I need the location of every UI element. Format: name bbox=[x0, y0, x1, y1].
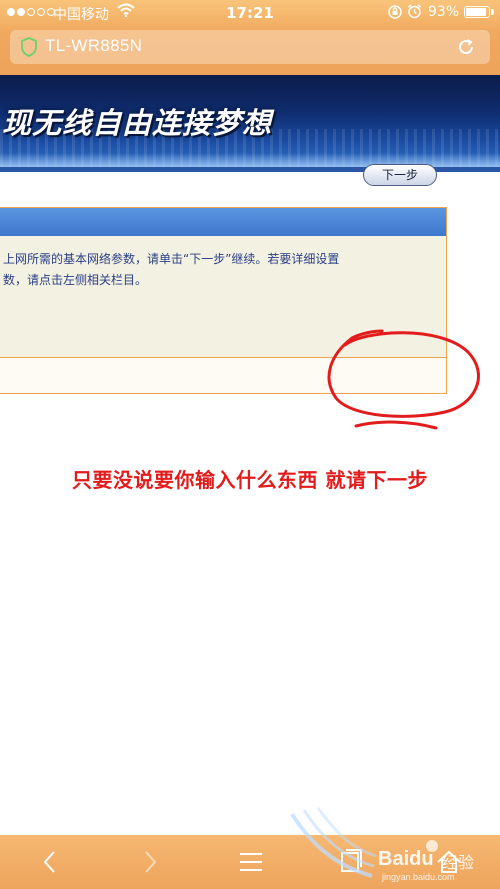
menu-icon[interactable] bbox=[236, 847, 266, 877]
browser-top-bar: 中国移动 17:21 93% TL-WR885N bbox=[0, 0, 500, 75]
panel-footer bbox=[0, 358, 446, 393]
panel-header bbox=[0, 208, 446, 236]
reload-icon[interactable] bbox=[457, 38, 475, 56]
tabs-icon[interactable] bbox=[336, 847, 366, 877]
home-icon[interactable] bbox=[434, 847, 464, 877]
annotation-note: 只要没说要你输入什么东西 就请下一步 bbox=[72, 468, 428, 492]
forward-icon[interactable] bbox=[134, 847, 164, 877]
next-step-button[interactable]: 下一步 bbox=[363, 164, 437, 186]
battery-tip bbox=[491, 9, 494, 15]
shield-icon bbox=[21, 37, 37, 57]
address-bar[interactable]: TL-WR885N bbox=[10, 30, 490, 64]
battery-percent: 93% bbox=[428, 4, 460, 20]
clock: 17:21 bbox=[226, 4, 274, 22]
rotation-lock-icon bbox=[388, 5, 402, 19]
alarm-icon bbox=[408, 4, 421, 19]
page-title[interactable]: TL-WR885N bbox=[45, 36, 142, 56]
browser-bottom-toolbar bbox=[0, 835, 500, 889]
instruction-line-2: 数，请点击左侧相关栏目。 bbox=[3, 273, 148, 287]
setup-wizard-panel: 上网所需的基本网络参数，请单击“下一步”继续。若要详细设置 数，请点击左侧相关栏… bbox=[0, 207, 447, 394]
annotation-underline bbox=[354, 420, 438, 430]
router-banner: 现无线自由连接梦想 bbox=[0, 75, 500, 167]
instruction-line-1: 上网所需的基本网络参数，请单击“下一步”继续。若要详细设置 bbox=[3, 252, 340, 266]
panel-body: 上网所需的基本网络参数，请单击“下一步”继续。若要详细设置 数，请点击左侧相关栏… bbox=[0, 236, 446, 357]
banner-slogan: 现无线自由连接梦想 bbox=[2, 106, 273, 140]
battery-icon bbox=[464, 6, 490, 18]
status-bar: 中国移动 17:21 93% bbox=[0, 0, 500, 26]
back-icon[interactable] bbox=[36, 847, 66, 877]
